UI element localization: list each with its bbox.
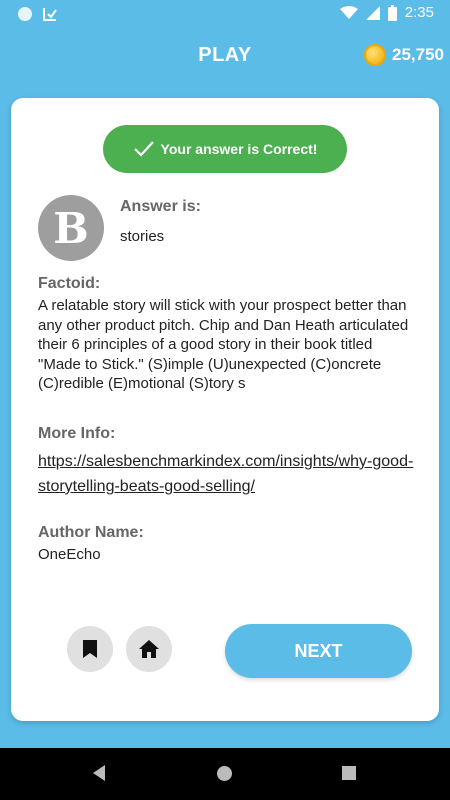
factoid-label: Factoid: [38,275,101,292]
check-icon [133,141,154,157]
bookmark-button[interactable] [67,626,113,672]
more-info-link[interactable]: https://salesbenchmarkindex.com/insights… [38,449,416,499]
correct-banner: Your answer is Correct! [103,125,347,173]
more-info-label: More Info: [38,425,116,442]
answer-avatar: B [38,195,104,261]
notification-icons [18,6,58,22]
coin-count: 25,750 [392,45,444,64]
app-bar: PLAY 25,750 [0,28,450,84]
author-name: OneEcho [38,546,101,563]
system-icons: 2:35 [339,4,434,21]
clock: 2:35 [404,4,434,21]
status-bar: 2:35 [0,0,450,28]
download-icon [43,8,57,21]
home-icon [139,640,159,658]
answer-value: stories [120,228,165,245]
result-card: Your answer is Correct! B Answer is: sto… [11,98,439,721]
back-icon[interactable] [93,765,105,781]
bookmark-icon [83,640,97,658]
home-nav-icon[interactable] [217,766,232,781]
factoid-text: A relatable story will stick with your p… [38,297,409,392]
home-button[interactable] [126,626,172,672]
wifi-icon [339,5,358,19]
author-label: Author Name: [38,524,144,541]
system-nav-bar [0,748,450,800]
next-button[interactable]: NEXT [225,624,412,678]
recent-apps-icon[interactable] [342,766,356,780]
battery-icon [387,4,397,21]
answer-label: Answer is: [120,198,201,215]
correct-banner-text: Your answer is Correct! [160,141,318,157]
coin-balance: 25,750 [364,44,444,66]
notification-dot-icon [18,7,32,21]
coin-icon [364,44,386,66]
signal-icon [365,5,380,20]
